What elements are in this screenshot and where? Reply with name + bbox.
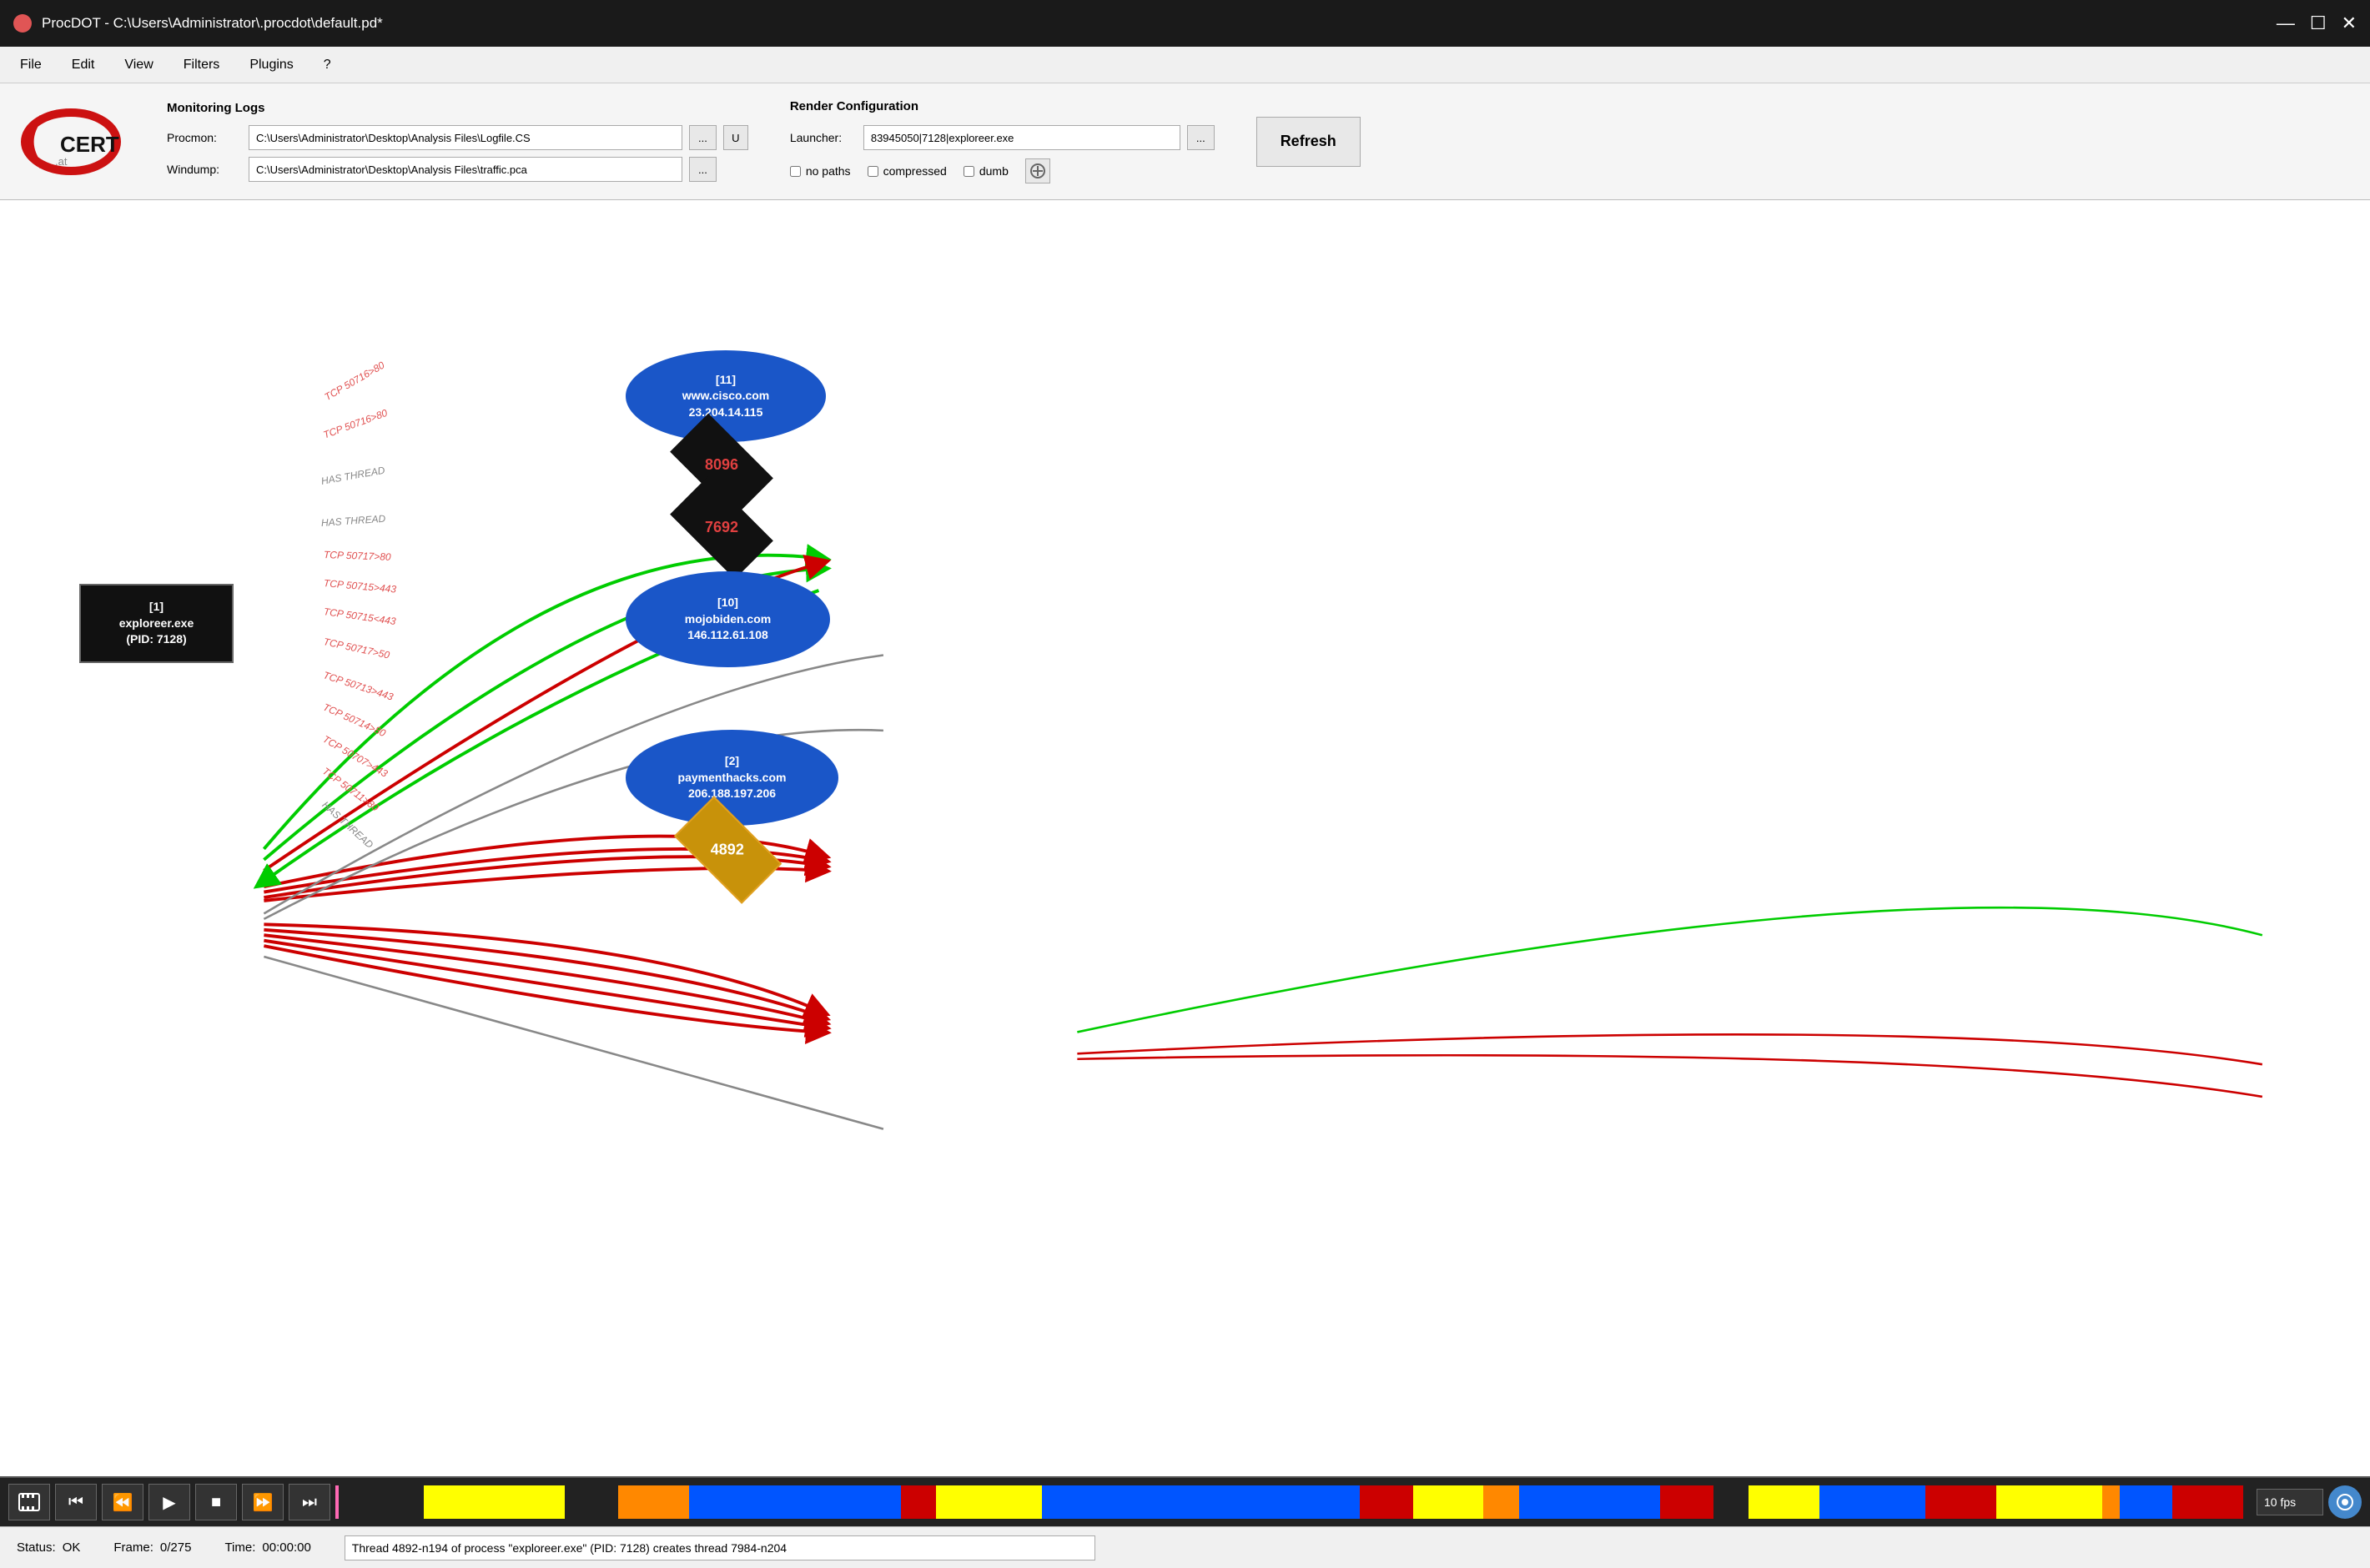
render-section: Render Configuration Launcher: ... no pa… <box>790 99 1215 183</box>
monitoring-title: Monitoring Logs <box>167 101 748 115</box>
close-dot <box>13 14 32 33</box>
tl-first-button[interactable]: ⏮ <box>55 1484 97 1520</box>
menu-view[interactable]: View <box>111 53 166 78</box>
launcher-browse-button[interactable]: ... <box>1187 125 1215 150</box>
graph-area[interactable]: [1]exploreer.exe(PID: 7128) [11]www.cisc… <box>0 200 2370 1476</box>
node-main[interactable]: [1]exploreer.exe(PID: 7128) <box>79 584 234 663</box>
tl-rewind-button[interactable]: ⏪ <box>102 1484 143 1520</box>
menu-help[interactable]: ? <box>310 53 345 78</box>
monitoring-section: Monitoring Logs Procmon: ... U Windump: … <box>167 101 748 182</box>
status-label: Status: <box>17 1540 56 1555</box>
no-paths-checkbox[interactable]: no paths <box>790 164 851 178</box>
status-bar: Status: OK Frame: 0/275 Time: 00:00:00 <box>0 1526 2370 1568</box>
compressed-checkbox[interactable]: compressed <box>868 164 947 178</box>
label-tcp50715-443: TCP 50715>443 <box>323 577 396 596</box>
node-8096[interactable]: 8096 <box>676 438 767 492</box>
maximize-button[interactable]: ☐ <box>2310 14 2327 33</box>
windump-browse-button[interactable]: ... <box>689 157 717 182</box>
label-tcp50713-443: TCP 50713>443 <box>322 669 395 702</box>
windump-label: Windump: <box>167 163 242 176</box>
menu-bar: File Edit View Filters Plugins ? <box>0 47 2370 83</box>
procmon-label: Procmon: <box>167 131 242 144</box>
windump-input[interactable] <box>249 157 682 182</box>
render-settings-button[interactable] <box>1025 158 1050 183</box>
timeline-track[interactable] <box>335 1485 2243 1519</box>
label-tcp50715-443r: TCP 50715<443 <box>323 606 396 627</box>
status-value: OK <box>63 1540 81 1555</box>
node-mojo[interactable]: [10]mojobiden.com146.112.61.108 <box>626 571 830 667</box>
thread-info-field <box>345 1535 1095 1560</box>
minimize-button[interactable]: — <box>2277 14 2295 33</box>
app-title: ProcDOT - C:\Users\Administrator\.procdo… <box>42 15 383 32</box>
label-tcp50714-80: TCP 50714>80 <box>321 701 387 740</box>
logo-area: CERT .at <box>17 108 125 175</box>
label-tcp50716-80a: TCP 50716>80 <box>323 359 387 403</box>
tl-forward-button[interactable]: ⏩ <box>242 1484 284 1520</box>
frame-value: 0/275 <box>160 1540 192 1555</box>
rewind-icon: ⏪ <box>113 1492 133 1513</box>
tl-play-button[interactable]: ▶ <box>148 1484 190 1520</box>
label-has-thread-1: HAS THREAD <box>320 465 386 487</box>
stop-icon: ■ <box>211 1493 221 1512</box>
skip-forward-icon: ⏭ <box>302 1493 317 1512</box>
time-value: 00:00:00 <box>262 1540 310 1555</box>
launcher-label: Launcher: <box>790 131 857 144</box>
play-icon: ▶ <box>163 1492 175 1513</box>
node-cisco[interactable]: [11]www.cisco.com23.204.14.115 <box>626 350 826 442</box>
tl-round-button[interactable] <box>2328 1485 2362 1519</box>
procmon-browse-button[interactable]: ... <box>689 125 717 150</box>
launcher-input[interactable] <box>863 125 1180 150</box>
label-tcp50717-80: TCP 50717>80 <box>324 549 391 563</box>
title-bar: ProcDOT - C:\Users\Administrator\.procdo… <box>0 0 2370 47</box>
label-tcp50716-80b: TCP 50716>80 <box>322 407 390 441</box>
node-4892[interactable]: 4892 <box>680 822 776 878</box>
refresh-button[interactable]: Refresh <box>1256 117 1361 167</box>
frame-label: Frame: <box>113 1540 153 1555</box>
menu-edit[interactable]: Edit <box>58 53 108 78</box>
node-7692[interactable]: 7692 <box>676 500 767 555</box>
menu-filters[interactable]: Filters <box>170 53 234 78</box>
tl-last-button[interactable]: ⏭ <box>289 1484 330 1520</box>
timeline-bar: ⏮ ⏪ ▶ ■ ⏩ ⏭ <box>0 1476 2370 1526</box>
label-has-thread-2: HAS THREAD <box>321 513 386 529</box>
dumb-checkbox[interactable]: dumb <box>964 164 1009 178</box>
svg-text:.at: .at <box>55 155 68 168</box>
procmon-clear-button[interactable]: U <box>723 125 748 150</box>
procmon-input[interactable] <box>249 125 682 150</box>
tl-filmstrip-button[interactable] <box>8 1484 50 1520</box>
svg-text:CERT: CERT <box>60 132 119 157</box>
time-label: Time: <box>224 1540 255 1555</box>
forward-icon: ⏩ <box>253 1492 274 1513</box>
toolbar: CERT .at Monitoring Logs Procmon: ... U … <box>0 83 2370 200</box>
menu-file[interactable]: File <box>7 53 55 78</box>
skip-back-icon: ⏮ <box>68 1493 83 1512</box>
fps-input[interactable] <box>2257 1489 2323 1515</box>
filmstrip-icon <box>18 1490 41 1514</box>
tl-stop-button[interactable]: ■ <box>195 1484 237 1520</box>
label-tcp50717-50: TCP 50717>50 <box>323 636 391 661</box>
cert-logo: CERT .at <box>17 108 125 175</box>
node-payment[interactable]: [2]paymenthacks.com206.188.197.206 <box>626 730 838 826</box>
circle-icon <box>2336 1493 2354 1511</box>
render-title: Render Configuration <box>790 99 1215 113</box>
menu-plugins[interactable]: Plugins <box>236 53 306 78</box>
close-button[interactable]: ✕ <box>2342 14 2357 33</box>
fps-area <box>2257 1485 2362 1519</box>
